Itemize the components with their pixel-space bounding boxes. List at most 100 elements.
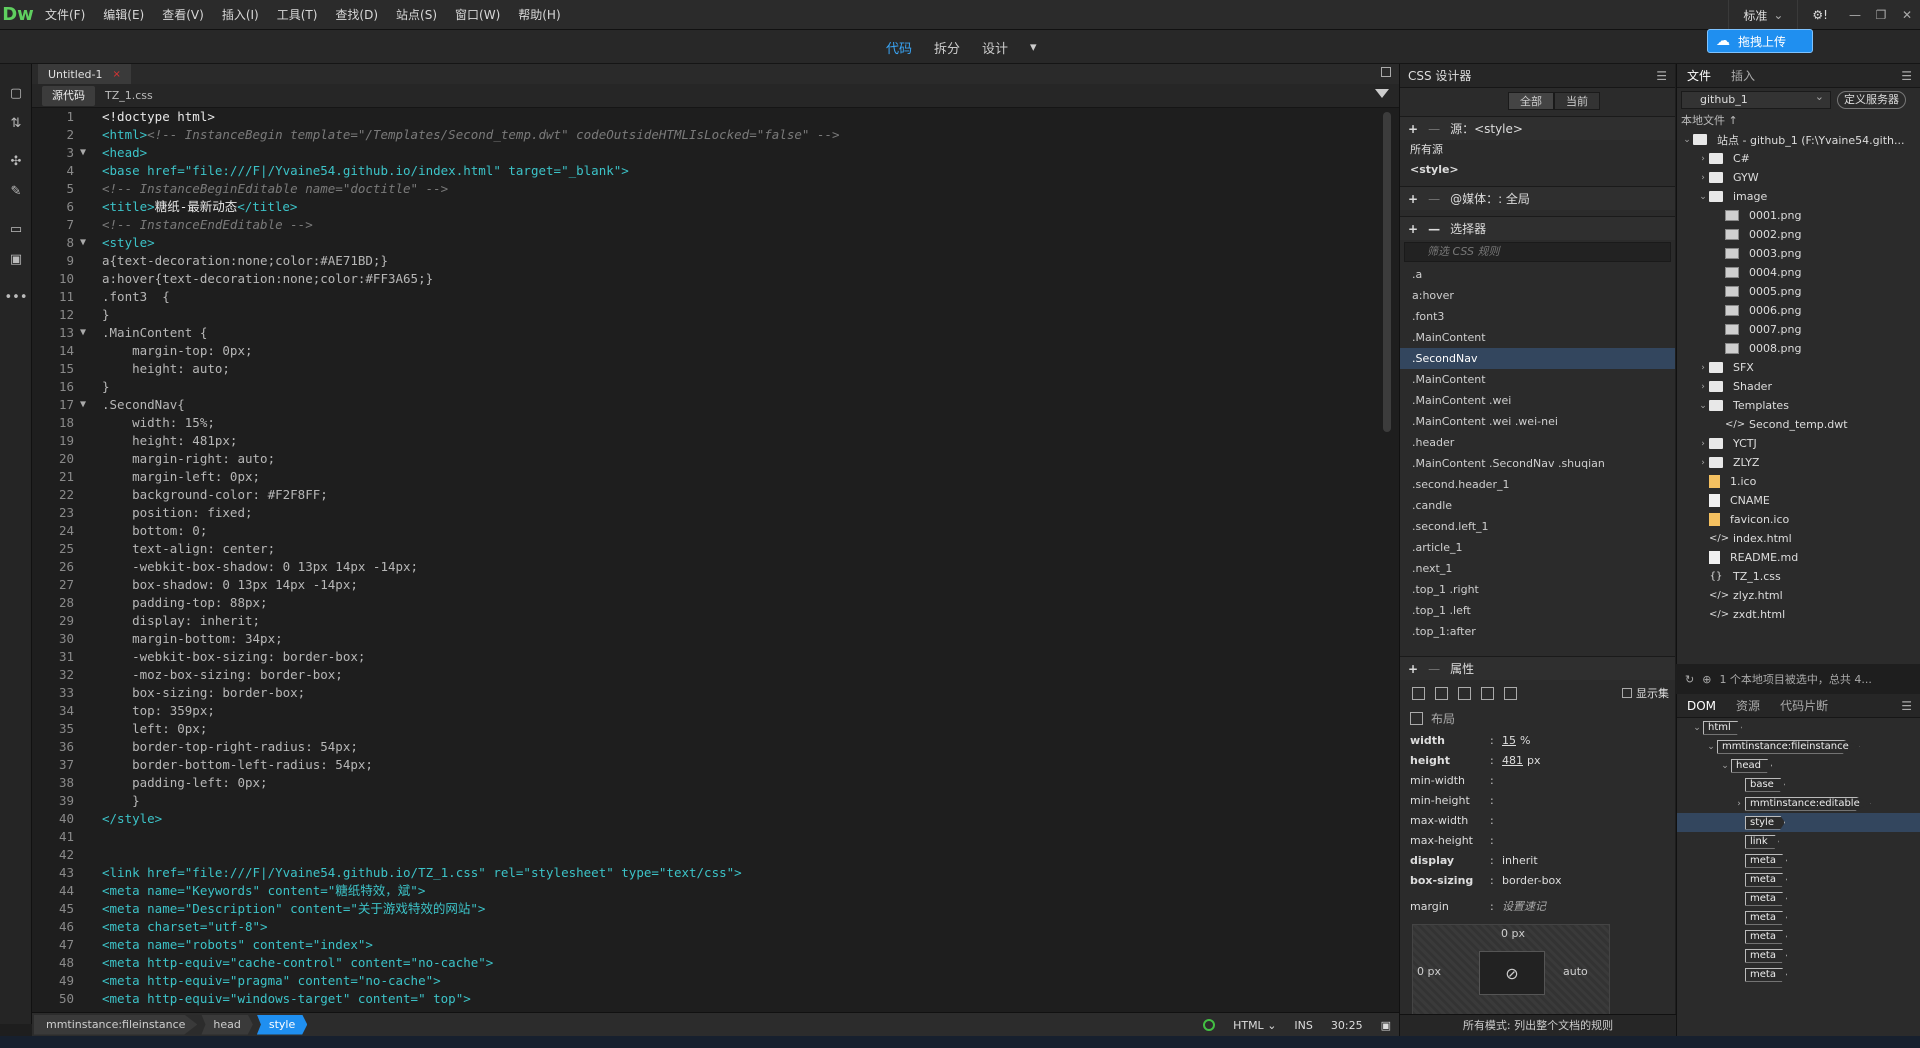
code-line[interactable]: 32 -moz-box-sizing: border-box;: [32, 666, 1382, 684]
dom-node[interactable]: ⌄ head: [1677, 756, 1920, 775]
selector-item[interactable]: .font3: [1400, 306, 1675, 327]
code-line[interactable]: 42: [32, 846, 1382, 864]
tab-insert[interactable]: 插入: [1721, 67, 1765, 84]
file-tree-item[interactable]: </> index.html: [1677, 529, 1920, 548]
fold-toggle-icon[interactable]: [76, 414, 90, 432]
file-tree-item[interactable]: favicon.ico: [1677, 510, 1920, 529]
fold-toggle-icon[interactable]: [76, 288, 90, 306]
selector-item[interactable]: .top_1 .right: [1400, 579, 1675, 600]
selector-item[interactable]: .candle: [1400, 495, 1675, 516]
code-line[interactable]: 48 <meta http-equiv="cache-control" conte…: [32, 954, 1382, 972]
code-line[interactable]: 5 <!-- InstanceBeginEditable name="doctit…: [32, 180, 1382, 198]
margin-hint[interactable]: 设置速记: [1502, 898, 1546, 914]
menu-item[interactable]: 文件(F): [36, 0, 94, 30]
fold-toggle-icon[interactable]: [76, 954, 90, 972]
fold-toggle-icon[interactable]: [76, 558, 90, 576]
fold-toggle-icon[interactable]: [76, 882, 90, 900]
more-category-icon[interactable]: [1504, 686, 1517, 700]
file-tree-item[interactable]: ⌄ image: [1677, 187, 1920, 206]
design-view-button[interactable]: 设计: [982, 38, 1008, 57]
code-line[interactable]: 1 <!doctype html>: [32, 108, 1382, 126]
selector-item[interactable]: .MainContent: [1400, 327, 1675, 348]
code-editor[interactable]: 1 <!doctype html> 2 <html><!-- InstanceBegi…: [32, 108, 1382, 1012]
selector-item[interactable]: .MainContent .wei: [1400, 390, 1675, 411]
fold-toggle-icon[interactable]: [76, 792, 90, 810]
property-value[interactable]: 481 px: [1502, 754, 1541, 767]
fold-toggle-icon[interactable]: [76, 252, 90, 270]
dom-tag[interactable]: meta: [1745, 853, 1787, 868]
layout-category-icon[interactable]: [1412, 686, 1425, 700]
code-line[interactable]: 27 box-shadow: 0 13px 14px -14px;: [32, 576, 1382, 594]
files-menu-icon[interactable]: ☰: [1901, 69, 1912, 83]
fold-toggle-icon[interactable]: [76, 576, 90, 594]
fold-toggle-icon[interactable]: [76, 972, 90, 990]
code-line[interactable]: 33 box-sizing: border-box;: [32, 684, 1382, 702]
dom-node[interactable]: base: [1677, 775, 1920, 794]
dom-node[interactable]: ⌄ mmtinstance:fileinstance: [1677, 737, 1920, 756]
tree-caret-icon[interactable]: ›: [1697, 173, 1709, 183]
file-tree-item[interactable]: 0006.png: [1677, 301, 1920, 320]
view-dropdown-icon[interactable]: ▾: [1030, 40, 1037, 55]
fold-toggle-icon[interactable]: [76, 864, 90, 882]
file-tree-item[interactable]: 0003.png: [1677, 244, 1920, 263]
dom-node[interactable]: link: [1677, 832, 1920, 851]
dom-tag[interactable]: meta: [1745, 910, 1787, 925]
file-tree-item[interactable]: › YCTJ: [1677, 434, 1920, 453]
selector-item[interactable]: a:hover: [1400, 285, 1675, 306]
code-line[interactable]: 38 padding-left: 0px;: [32, 774, 1382, 792]
code-line[interactable]: 28 padding-top: 88px;: [32, 594, 1382, 612]
code-line[interactable]: 44 <meta name="Keywords" content="糖纸特效，斌"…: [32, 882, 1382, 900]
dom-node[interactable]: meta: [1677, 927, 1920, 946]
selector-item[interactable]: .next_1: [1400, 558, 1675, 579]
property-value[interactable]: inherit: [1502, 854, 1538, 867]
dom-caret-icon[interactable]: ⌄: [1691, 723, 1703, 733]
selector-item[interactable]: .top_1 .left: [1400, 600, 1675, 621]
refresh-icon[interactable]: ↻: [1685, 673, 1694, 686]
toggle-all[interactable]: 全部: [1508, 92, 1554, 110]
fold-toggle-icon[interactable]: [76, 198, 90, 216]
selector-item[interactable]: .top_1:after: [1400, 621, 1675, 642]
toggle-current[interactable]: 当前: [1554, 92, 1600, 110]
code-hint-icon[interactable]: ▣: [0, 244, 32, 274]
code-line[interactable]: 46 <meta charset="utf-8">: [32, 918, 1382, 936]
tree-caret-icon[interactable]: ›: [1697, 382, 1709, 392]
fold-toggle-icon[interactable]: [76, 666, 90, 684]
code-line[interactable]: 2 <html><!-- InstanceBegin template="/Tem…: [32, 126, 1382, 144]
file-tree-item[interactable]: </> zlyz.html: [1677, 586, 1920, 605]
code-line[interactable]: 43 <link href="file:///F|/Yvaine54.github…: [32, 864, 1382, 882]
file-tree-item[interactable]: › Shader: [1677, 377, 1920, 396]
code-line[interactable]: 13 ▼ .MainContent {: [32, 324, 1382, 342]
code-line[interactable]: 23 position: fixed;: [32, 504, 1382, 522]
tab-dom[interactable]: DOM: [1677, 699, 1726, 713]
fold-toggle-icon[interactable]: [76, 486, 90, 504]
dom-tag[interactable]: base: [1745, 777, 1785, 792]
selector-item[interactable]: .MainContent .SecondNav .shuqian: [1400, 453, 1675, 474]
fold-toggle-icon[interactable]: [76, 900, 90, 918]
preview-icon[interactable]: ▣: [1381, 1019, 1391, 1032]
dom-node[interactable]: meta: [1677, 851, 1920, 870]
code-line[interactable]: 41: [32, 828, 1382, 846]
add-source-icon[interactable]: +: [1408, 122, 1418, 136]
dom-tag[interactable]: meta: [1745, 929, 1787, 944]
dom-node[interactable]: meta: [1677, 889, 1920, 908]
file-tree-item[interactable]: 0005.png: [1677, 282, 1920, 301]
fold-toggle-icon[interactable]: [76, 450, 90, 468]
add-media-icon[interactable]: +: [1408, 192, 1418, 206]
dom-caret-icon[interactable]: ⌄: [1705, 742, 1717, 752]
code-line[interactable]: 8 ▼ <style>: [32, 234, 1382, 252]
property-value[interactable]: border-box: [1502, 874, 1561, 887]
fold-toggle-icon[interactable]: [76, 720, 90, 738]
remove-selector-icon[interactable]: —: [1428, 222, 1440, 236]
dom-node[interactable]: ⌄ html: [1677, 718, 1920, 737]
fold-toggle-icon[interactable]: [76, 846, 90, 864]
tree-caret-icon[interactable]: ›: [1697, 439, 1709, 449]
fold-toggle-icon[interactable]: [76, 162, 90, 180]
split-view-button[interactable]: 拆分: [934, 38, 960, 57]
close-tab-icon[interactable]: ×: [112, 69, 120, 80]
fold-toggle-icon[interactable]: [76, 126, 90, 144]
code-line[interactable]: 40 </style>: [32, 810, 1382, 828]
add-selector-icon[interactable]: +: [1408, 222, 1418, 236]
remove-media-icon[interactable]: —: [1428, 192, 1440, 206]
dom-node[interactable]: › mmtinstance:editable: [1677, 794, 1920, 813]
editor-scrollbar[interactable]: [1383, 112, 1391, 432]
